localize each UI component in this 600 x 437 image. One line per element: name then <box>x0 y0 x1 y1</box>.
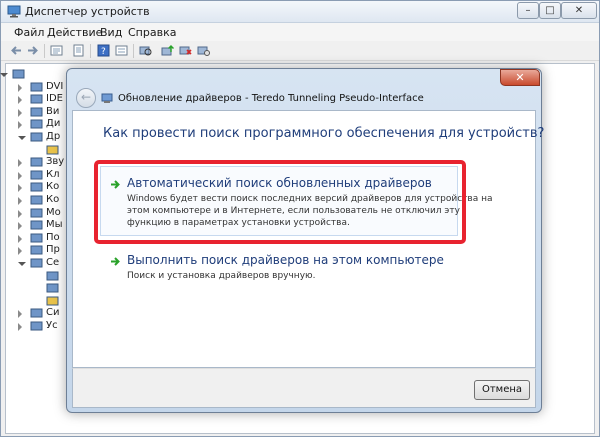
tree-item-label: Ус <box>46 320 58 331</box>
tree-item-label: Мо <box>46 206 61 218</box>
toolbar-separator <box>90 44 91 58</box>
tree-item-label: Пр <box>46 244 60 256</box>
network-device-icon <box>46 271 59 281</box>
tree-item-label: Мы <box>46 219 63 231</box>
expand-arrow-icon[interactable] <box>18 121 22 130</box>
usb-controller-icon <box>30 195 43 205</box>
tree-item[interactable]: Ус <box>6 319 66 335</box>
help-icon[interactable]: ? <box>97 44 110 57</box>
computer-icon <box>12 69 25 79</box>
list-view-icon[interactable] <box>115 44 128 57</box>
tree-item-label: Ви <box>46 105 60 117</box>
ide-controller-icon <box>30 94 43 104</box>
properties-icon[interactable] <box>72 44 85 57</box>
keyboard-icon <box>30 170 43 180</box>
tree-item-label: По <box>46 231 60 243</box>
menu-file[interactable]: Файл <box>14 26 44 39</box>
close-button[interactable]: ✕ <box>561 2 597 19</box>
tree-item-label: DVI <box>46 80 64 92</box>
network-adapter-icon <box>30 258 43 268</box>
dvd-drive-icon <box>30 82 43 92</box>
update-driver-icon[interactable] <box>161 44 174 57</box>
tree-item-label: IDE <box>46 93 63 105</box>
title-bar[interactable]: Диспетчер устройств – □ ✕ <box>1 1 599 23</box>
menu-bar: Файл Действие Вид Справка <box>1 23 599 41</box>
expand-arrow-icon[interactable] <box>18 222 22 231</box>
tree-item-label: Др <box>46 131 61 142</box>
processor-icon <box>30 245 43 255</box>
maximize-button[interactable]: □ <box>539 2 561 19</box>
minimize-button[interactable]: – <box>517 2 539 19</box>
manual-search-title[interactable]: Выполнить поиск драйверов на этом компью… <box>127 253 444 267</box>
system-devices-icon <box>30 308 43 318</box>
manual-search-desc: Поиск и установка драйверов вручную. <box>127 271 316 281</box>
expand-arrow-icon[interactable] <box>18 184 22 193</box>
expand-arrow-icon[interactable] <box>18 159 22 168</box>
svg-text:?: ? <box>101 47 106 57</box>
monitor-icon <box>30 208 43 218</box>
expand-arrow-icon[interactable] <box>18 209 22 218</box>
collapse-arrow-icon[interactable] <box>0 73 8 77</box>
expand-arrow-icon[interactable] <box>18 108 22 117</box>
device-manager-icon <box>7 5 21 18</box>
dialog-title: Обновление драйверов - Teredo Tunneling … <box>118 93 424 104</box>
sound-icon <box>30 157 43 167</box>
unknown-device-icon <box>46 145 59 155</box>
network-device-warning-icon <box>46 296 59 306</box>
other-devices-icon <box>30 132 43 142</box>
expand-arrow-icon[interactable] <box>18 83 22 92</box>
tree-view-icon[interactable] <box>50 44 63 57</box>
expand-arrow-icon[interactable] <box>18 247 22 256</box>
wizard-back-button[interactable]: ← <box>76 88 96 108</box>
toolbar: ? <box>1 41 599 61</box>
hid-device-icon <box>30 321 43 331</box>
tree-item-label: Си <box>46 307 60 319</box>
dialog-footer <box>72 368 536 408</box>
tree-item-label: Ко <box>46 181 60 193</box>
menu-help[interactable]: Справка <box>128 26 176 39</box>
tree-item-label: Зву <box>46 156 65 168</box>
port-icon <box>30 233 43 243</box>
scan-hardware-icon[interactable] <box>139 44 152 57</box>
menu-action[interactable]: Действие <box>47 26 102 39</box>
red-highlight-frame <box>94 160 466 244</box>
display-adapter-icon <box>30 107 43 117</box>
cancel-button[interactable]: Отмена <box>474 380 530 400</box>
dialog-close-button[interactable]: ✕ <box>500 69 540 86</box>
tree-item-label: Ко <box>46 194 60 205</box>
expand-arrow-icon[interactable] <box>18 234 22 243</box>
collapse-arrow-icon[interactable] <box>18 262 26 266</box>
tree-item-label: Кл <box>46 168 60 180</box>
toolbar-separator <box>44 44 45 58</box>
back-icon[interactable] <box>10 44 23 57</box>
menu-view[interactable]: Вид <box>100 26 122 39</box>
device-wizard-icon <box>101 93 113 103</box>
collapse-arrow-icon[interactable] <box>18 136 26 140</box>
tree-item-label: Ди <box>46 118 61 130</box>
computer-icon <box>30 182 43 192</box>
expand-arrow-icon[interactable] <box>18 171 22 180</box>
uninstall-icon[interactable] <box>197 44 210 57</box>
dialog-question: Как провести поиск программного обеспече… <box>103 126 545 141</box>
expand-arrow-icon[interactable] <box>18 96 22 105</box>
green-arrow-icon <box>111 257 120 266</box>
expand-arrow-icon[interactable] <box>18 197 22 205</box>
disable-device-icon[interactable] <box>179 44 192 57</box>
mouse-icon <box>30 220 43 230</box>
disk-drive-icon <box>30 119 43 129</box>
expand-arrow-icon[interactable] <box>18 310 22 319</box>
toolbar-separator <box>133 44 134 58</box>
forward-icon[interactable] <box>26 44 39 57</box>
network-device-icon <box>46 283 59 293</box>
expand-arrow-icon[interactable] <box>18 323 22 331</box>
window-title: Диспетчер устройств <box>25 5 150 18</box>
tree-item-label: Се <box>46 257 60 268</box>
